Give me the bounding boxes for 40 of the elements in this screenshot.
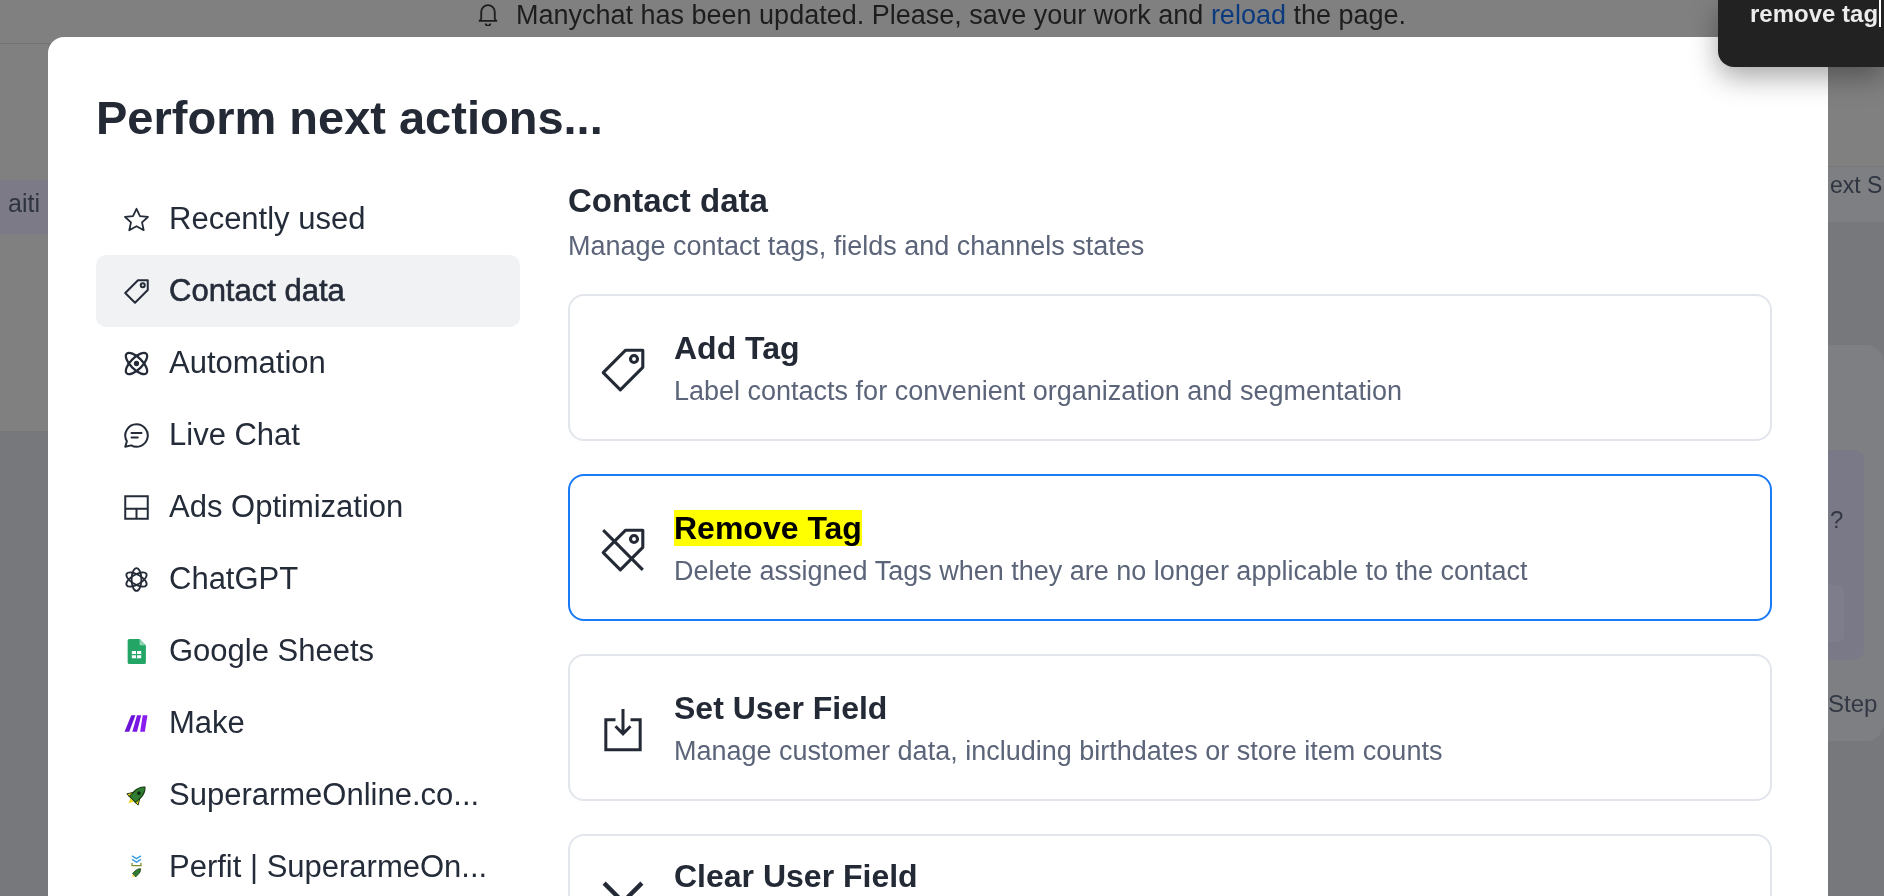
sidebar-item[interactable]: Live Chat (96, 399, 520, 471)
layout-icon (124, 494, 149, 520)
sidebar-item[interactable]: ChatGPT (96, 543, 520, 615)
knot-icon (124, 566, 149, 592)
action-card[interactable]: Remove Tag Delete assigned Tags when they are no longer applicable to the contact (568, 474, 1772, 621)
action-title: Clear User Field (674, 862, 918, 890)
sidebar-item[interactable]: Perfit | SuperarmeOn... (96, 831, 520, 896)
chat-bubble-icon (124, 422, 149, 448)
sidebar-item[interactable]: Contact data (96, 255, 520, 327)
step-chip: aiti (0, 180, 48, 234)
search-field[interactable]: remove tag (1718, 0, 1884, 67)
action-card[interactable]: Clear User Field (568, 834, 1772, 896)
step-label: Step (1828, 689, 1879, 719)
action-card[interactable]: Set User Field Manage customer data, including birthdates or store item counts (568, 654, 1772, 801)
dialog-title: Perform next actions... (96, 90, 604, 146)
star-icon (124, 206, 149, 232)
action-description: Manage customer data, including birthdates or store item counts (674, 736, 1443, 766)
section-subtitle: Manage contact tags, fields and channels states (568, 231, 1146, 261)
action-title: Add Tag (674, 330, 800, 366)
sidebar-item[interactable]: Make (96, 687, 520, 759)
tag-icon (601, 348, 645, 392)
step-chip: ext S (1828, 166, 1884, 222)
tray-download-icon (601, 708, 645, 752)
bell-icon (477, 4, 498, 26)
sidebar-item[interactable]: Recently used (96, 183, 520, 255)
section-title: Contact data (568, 183, 769, 219)
sidebar-item[interactable]: SuperarmeOnline.co... (96, 759, 520, 831)
action-description: Delete assigned Tags when they are no longer applicable to the contact (674, 556, 1528, 586)
sidebar-item[interactable]: Google Sheets (96, 615, 520, 687)
sidebar-item[interactable]: Automation (96, 327, 520, 399)
action-card[interactable]: Add Tag Label contacts for convenient organization and segmentation (568, 294, 1772, 441)
action-title: Set User Field (674, 690, 888, 726)
action-description: Label contacts for convenient organization and segmentation (674, 376, 1402, 406)
action-title: Remove Tag (674, 510, 862, 546)
tag-icon (124, 278, 149, 304)
question-text: ? (1829, 506, 1844, 534)
update-notice: Manychat has been updated. Please, save your work and reload the page. (515, 0, 1407, 30)
crossed-tag-icon (601, 528, 645, 572)
atom-icon (124, 350, 149, 376)
sidebar-item[interactable]: Ads Optimization (96, 471, 520, 543)
